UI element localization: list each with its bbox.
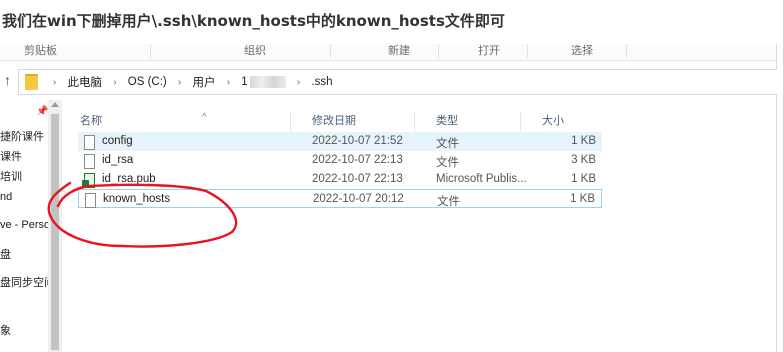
file-type: 文件 [436, 157, 459, 169]
column-header-date[interactable]: 修改日期 [312, 112, 356, 128]
chevron-right-icon[interactable]: › [178, 77, 181, 88]
nav-item-8[interactable]: 象 [0, 322, 11, 338]
ribbon-divider [626, 44, 627, 58]
ribbon-group-select: 选择 [571, 45, 593, 57]
file-date: 2022-10-07 20:12 [313, 193, 404, 205]
ribbon-group-open: 打开 [478, 45, 500, 57]
file-type: 文件 [436, 138, 459, 150]
address-bar[interactable]: › 此电脑 › OS (C:) › 用户 › 1 › .ssh [18, 69, 777, 95]
nav-item-3[interactable]: 培训 [0, 168, 22, 184]
publisher-file-icon [82, 173, 95, 188]
file-size: 1 KB [571, 135, 596, 147]
breadcrumb-os-drive[interactable]: OS (C:) [128, 76, 167, 88]
column-headers: ^ 名称 修改日期 类型 大小 [80, 108, 600, 134]
ribbon-group-organize: 组织 [244, 45, 266, 57]
breadcrumb-users[interactable]: 用户 [193, 74, 216, 90]
nav-item-6[interactable]: 盘 [0, 246, 11, 262]
file-date: 2022-10-07 21:52 [312, 135, 403, 147]
article-heading: 我们在win下删掉用户\.ssh\known_hosts中的known_host… [2, 12, 505, 30]
nav-item-4[interactable]: nd [0, 191, 12, 203]
file-name: config [102, 135, 133, 147]
file-explorer-window: 剪贴板 组织 新建 打开 选择 ↑ › 此电脑 › OS (C:) › 用户 ›… [0, 44, 777, 352]
nav-item-1[interactable]: 捷阶课件 [0, 128, 44, 144]
scroll-thumb[interactable] [51, 114, 59, 350]
breadcrumb: › 此电脑 › OS (C:) › 用户 › 1 › .ssh [45, 74, 333, 90]
file-date: 2022-10-07 22:13 [312, 173, 403, 185]
chevron-right-icon[interactable]: › [53, 77, 56, 88]
file-size: 3 KB [571, 154, 596, 166]
scroll-up-icon[interactable] [51, 102, 59, 107]
column-divider[interactable] [520, 112, 521, 134]
nav-pane-scrollbar[interactable] [48, 100, 62, 352]
chevron-right-icon[interactable]: › [297, 77, 300, 88]
file-row-id-rsa-pub[interactable]: id_rsa.pub 2022-10-07 22:13 Microsoft Pu… [78, 170, 602, 189]
column-divider[interactable] [290, 112, 291, 134]
file-name: id_rsa.pub [102, 173, 156, 185]
file-list: ^ 名称 修改日期 类型 大小 config 2022-10-07 21:52 … [62, 100, 776, 352]
column-header-size[interactable]: 大小 [542, 112, 564, 128]
chevron-right-icon[interactable]: › [227, 77, 230, 88]
ribbon-group-new: 新建 [388, 45, 410, 57]
column-header-name[interactable]: 名称 [80, 112, 102, 128]
ribbon-group-clipboard: 剪贴板 [24, 45, 57, 57]
file-icon [85, 193, 96, 208]
file-type: Microsoft Publis... [436, 173, 527, 185]
nav-item-5[interactable]: ve - Perso [0, 219, 48, 231]
ribbon-divider [527, 44, 528, 58]
nav-item-7[interactable]: 盘同步空间 [0, 274, 48, 290]
file-row-config[interactable]: config 2022-10-07 21:52 文件 1 KB [78, 132, 602, 151]
ribbon-divider [438, 44, 439, 58]
pin-icon[interactable]: 📌 [36, 106, 48, 117]
file-name: id_rsa [102, 154, 134, 166]
navigation-pane: 📌 捷阶课件 课件 培训 nd ve - Perso 盘 盘同步空间 象 [0, 100, 48, 352]
up-arrow-icon[interactable]: ↑ [4, 72, 11, 88]
file-size: 1 KB [571, 173, 596, 185]
file-type: 文件 [437, 196, 460, 208]
breadcrumb-this-pc[interactable]: 此电脑 [68, 74, 103, 90]
breadcrumb-user-folder[interactable]: 1 [241, 75, 286, 88]
address-row: ↑ › 此电脑 › OS (C:) › 用户 › 1 › .ssh [0, 66, 777, 96]
breadcrumb-user-initial: 1 [241, 75, 248, 88]
chevron-right-icon[interactable]: › [113, 77, 116, 88]
file-size: 1 KB [570, 193, 595, 205]
file-icon [84, 135, 95, 150]
file-date: 2022-10-07 22:13 [312, 154, 403, 166]
ribbon-divider [330, 44, 331, 58]
column-divider[interactable] [414, 112, 415, 134]
file-row-id-rsa[interactable]: id_rsa 2022-10-07 22:13 文件 3 KB [78, 151, 602, 170]
column-header-type[interactable]: 类型 [436, 112, 458, 128]
file-name: known_hosts [103, 193, 171, 205]
ribbon-divider [150, 44, 151, 58]
sort-caret-icon: ^ [202, 112, 207, 123]
file-icon [84, 154, 95, 169]
redacted-username [249, 75, 286, 88]
folder-icon [25, 74, 38, 90]
breadcrumb-ssh[interactable]: .ssh [311, 76, 332, 88]
nav-item-2[interactable]: 课件 [0, 148, 22, 164]
file-row-known-hosts[interactable]: known_hosts 2022-10-07 20:12 文件 1 KB [78, 189, 602, 208]
ribbon-group-labels: 剪贴板 组织 新建 打开 选择 [0, 44, 776, 61]
